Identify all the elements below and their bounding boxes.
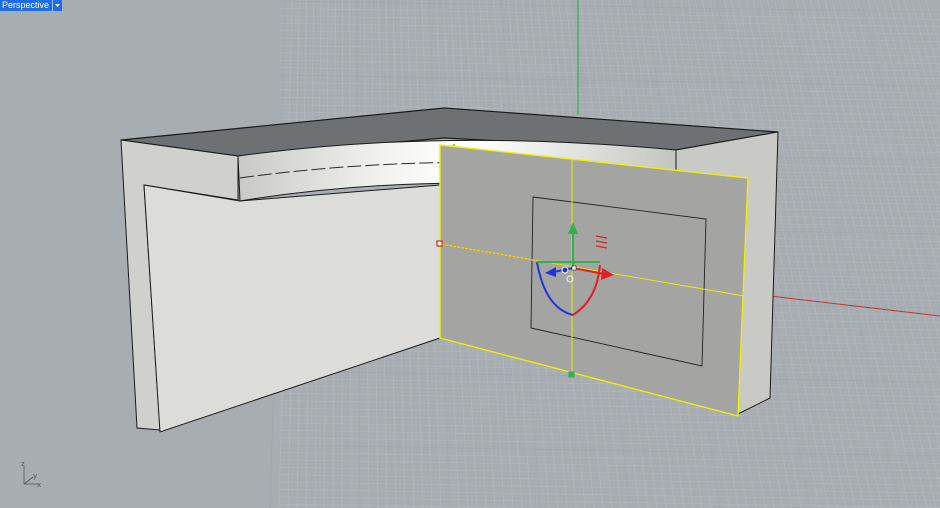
viewport-title-tab[interactable]: Perspective xyxy=(0,0,63,11)
viewport-title[interactable]: Perspective xyxy=(0,0,53,11)
control-point[interactable] xyxy=(568,371,575,378)
chevron-down-icon[interactable] xyxy=(52,0,63,11)
axis-x-label: x xyxy=(37,481,42,489)
perspective-viewport[interactable]: Perspective z y x xyxy=(0,0,940,508)
selected-surface[interactable] xyxy=(439,144,749,417)
control-point[interactable] xyxy=(436,240,443,247)
scene-canvas[interactable] xyxy=(0,0,940,508)
world-axes-icon: z y x xyxy=(16,460,44,490)
gumball-center[interactable] xyxy=(561,266,569,274)
wall-model[interactable] xyxy=(120,107,779,433)
axis-z-label: z xyxy=(21,460,25,468)
axis-y-label: y xyxy=(33,472,38,480)
